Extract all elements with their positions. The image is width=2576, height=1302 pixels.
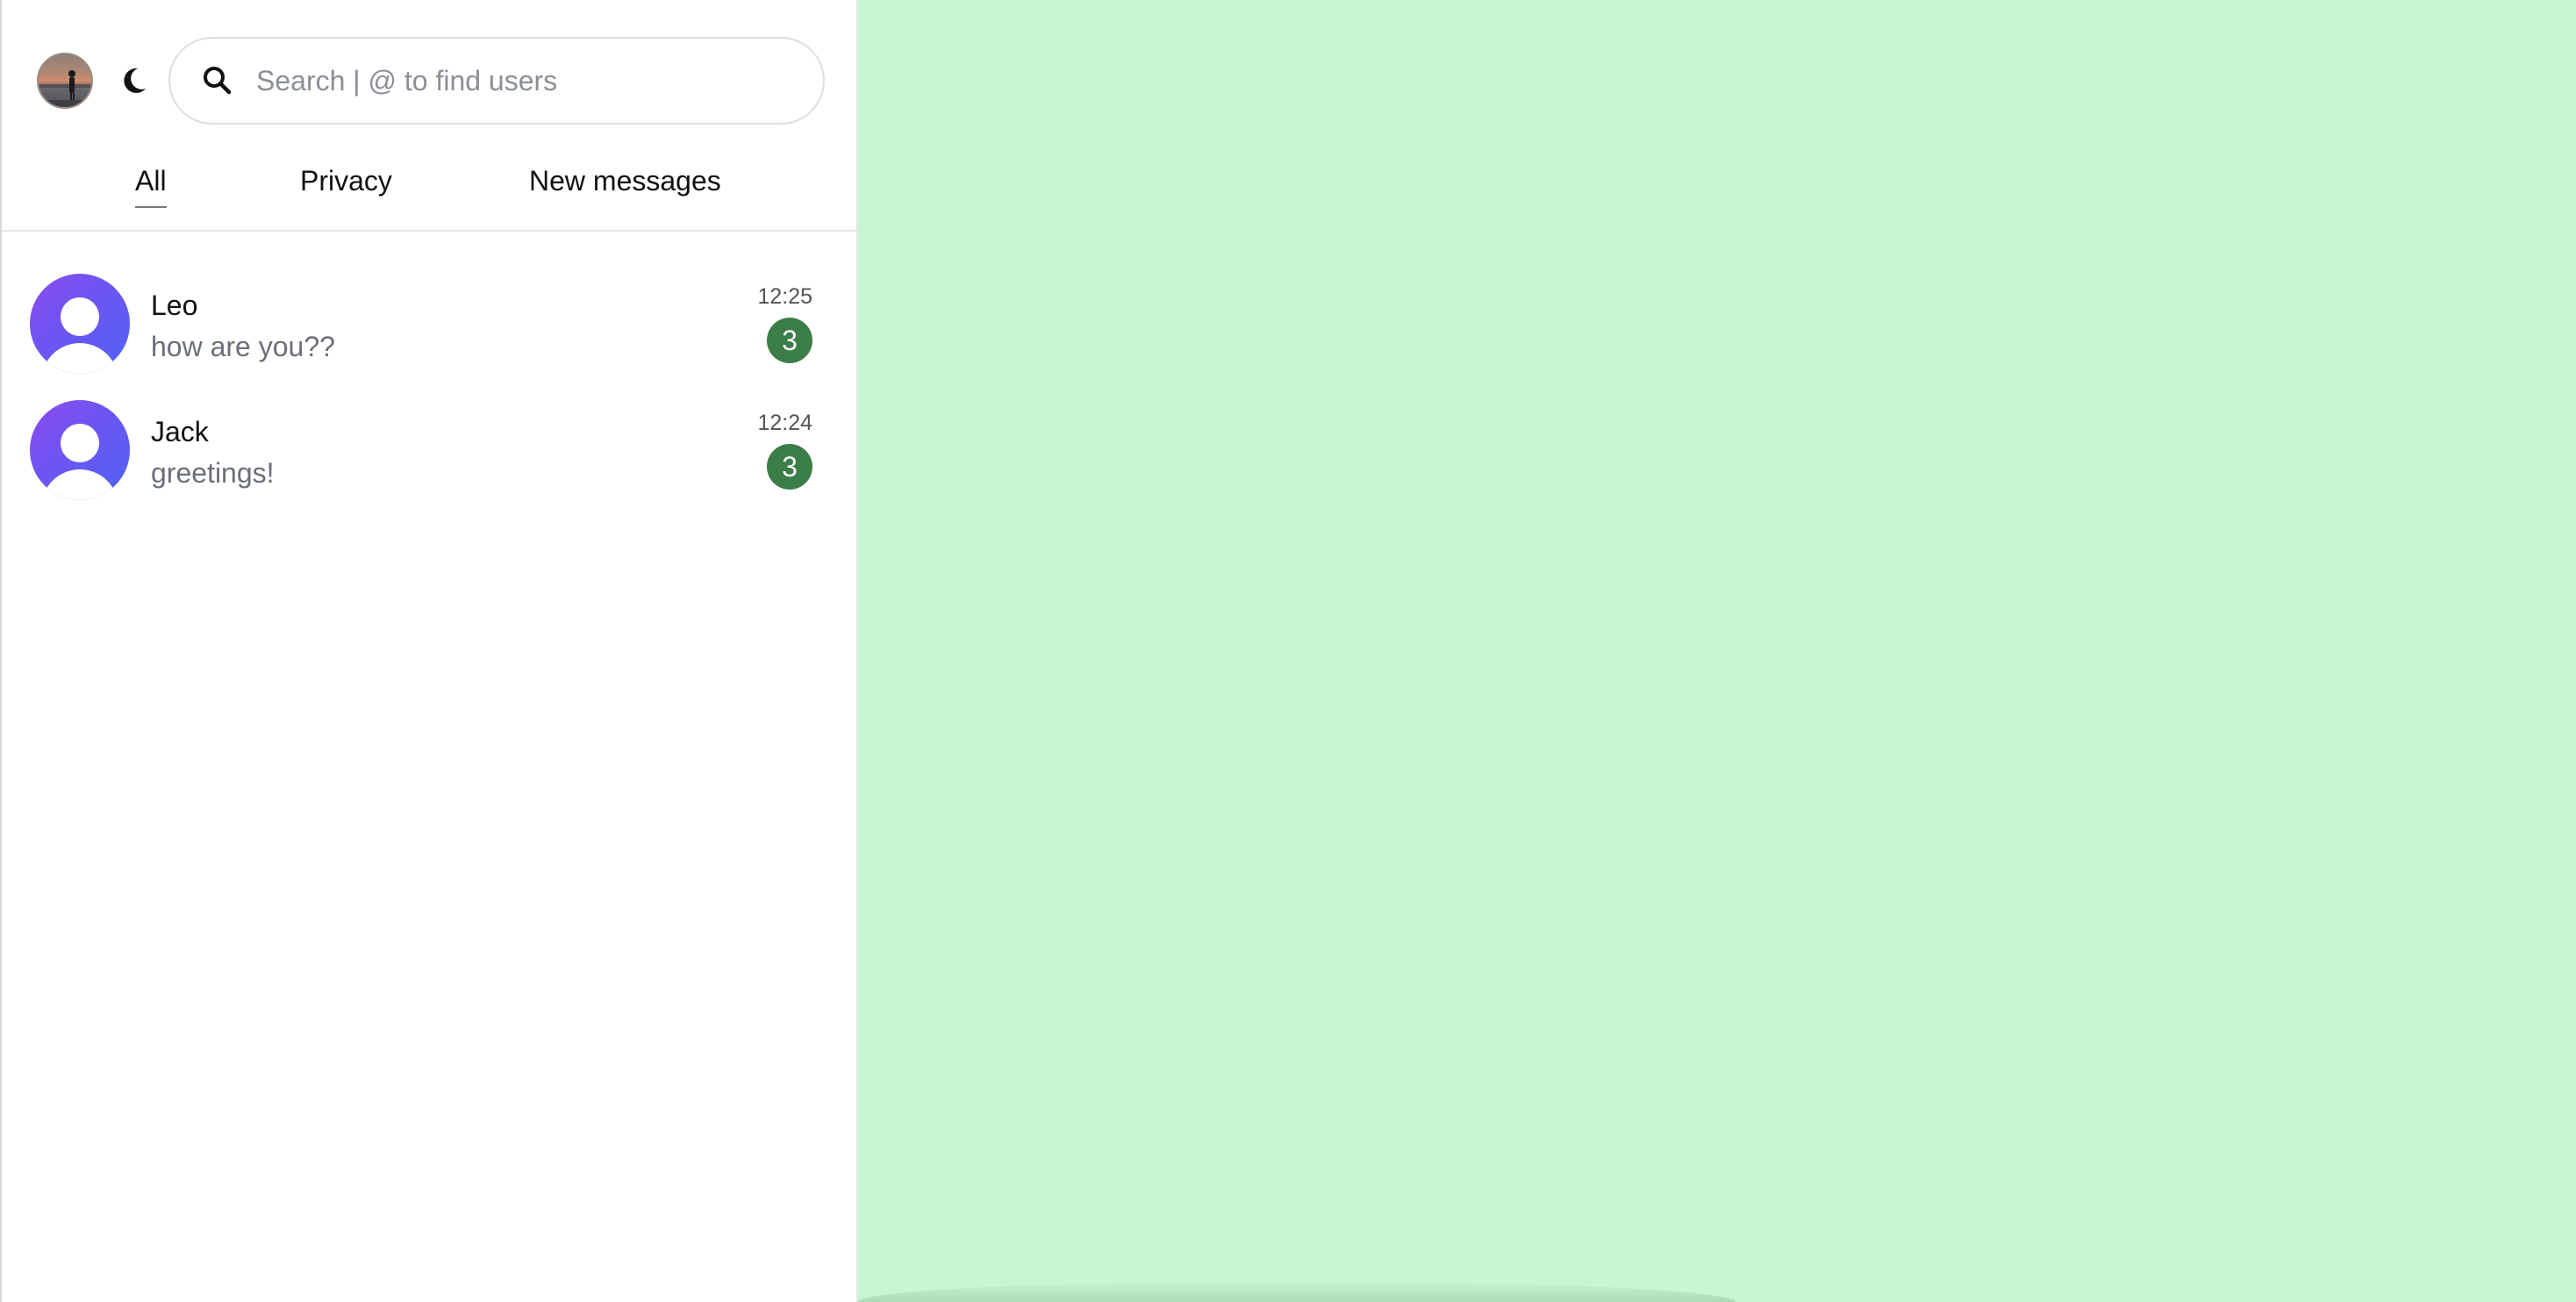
user-avatar-icon [30,400,130,500]
unread-badge: 3 [767,444,812,490]
conversation-area [858,0,2576,1302]
theme-toggle-button[interactable] [114,61,153,100]
tab-all[interactable]: All [135,165,167,208]
search-input[interactable] [256,54,800,107]
bottom-shadow [858,1281,1735,1302]
chat-row-leo[interactable]: Leo how are you?? 12:25 3 [2,232,856,374]
chat-row-jack[interactable]: Jack greetings! 12:24 3 [2,358,856,500]
search-icon [200,63,235,98]
chat-time: 12:25 [757,284,812,309]
chat-name: Leo [151,290,198,321]
chat-name: Jack [151,416,209,447]
profile-photo-icon [39,70,91,107]
tab-new-messages[interactable]: New messages [529,165,721,197]
search-box[interactable] [168,37,825,125]
chat-preview: greetings! [151,457,275,489]
app: All Privacy New messages Leo how are you… [0,0,2576,1302]
sidebar: All Privacy New messages Leo how are you… [0,0,858,1302]
profile-avatar[interactable] [37,53,93,109]
moon-icon [124,68,146,93]
filter-tabs: All Privacy New messages [2,154,856,208]
sidebar-header: All Privacy New messages [2,0,856,232]
tab-privacy[interactable]: Privacy [300,165,392,197]
chat-time: 12:24 [757,411,812,435]
unread-badge: 3 [767,318,812,363]
